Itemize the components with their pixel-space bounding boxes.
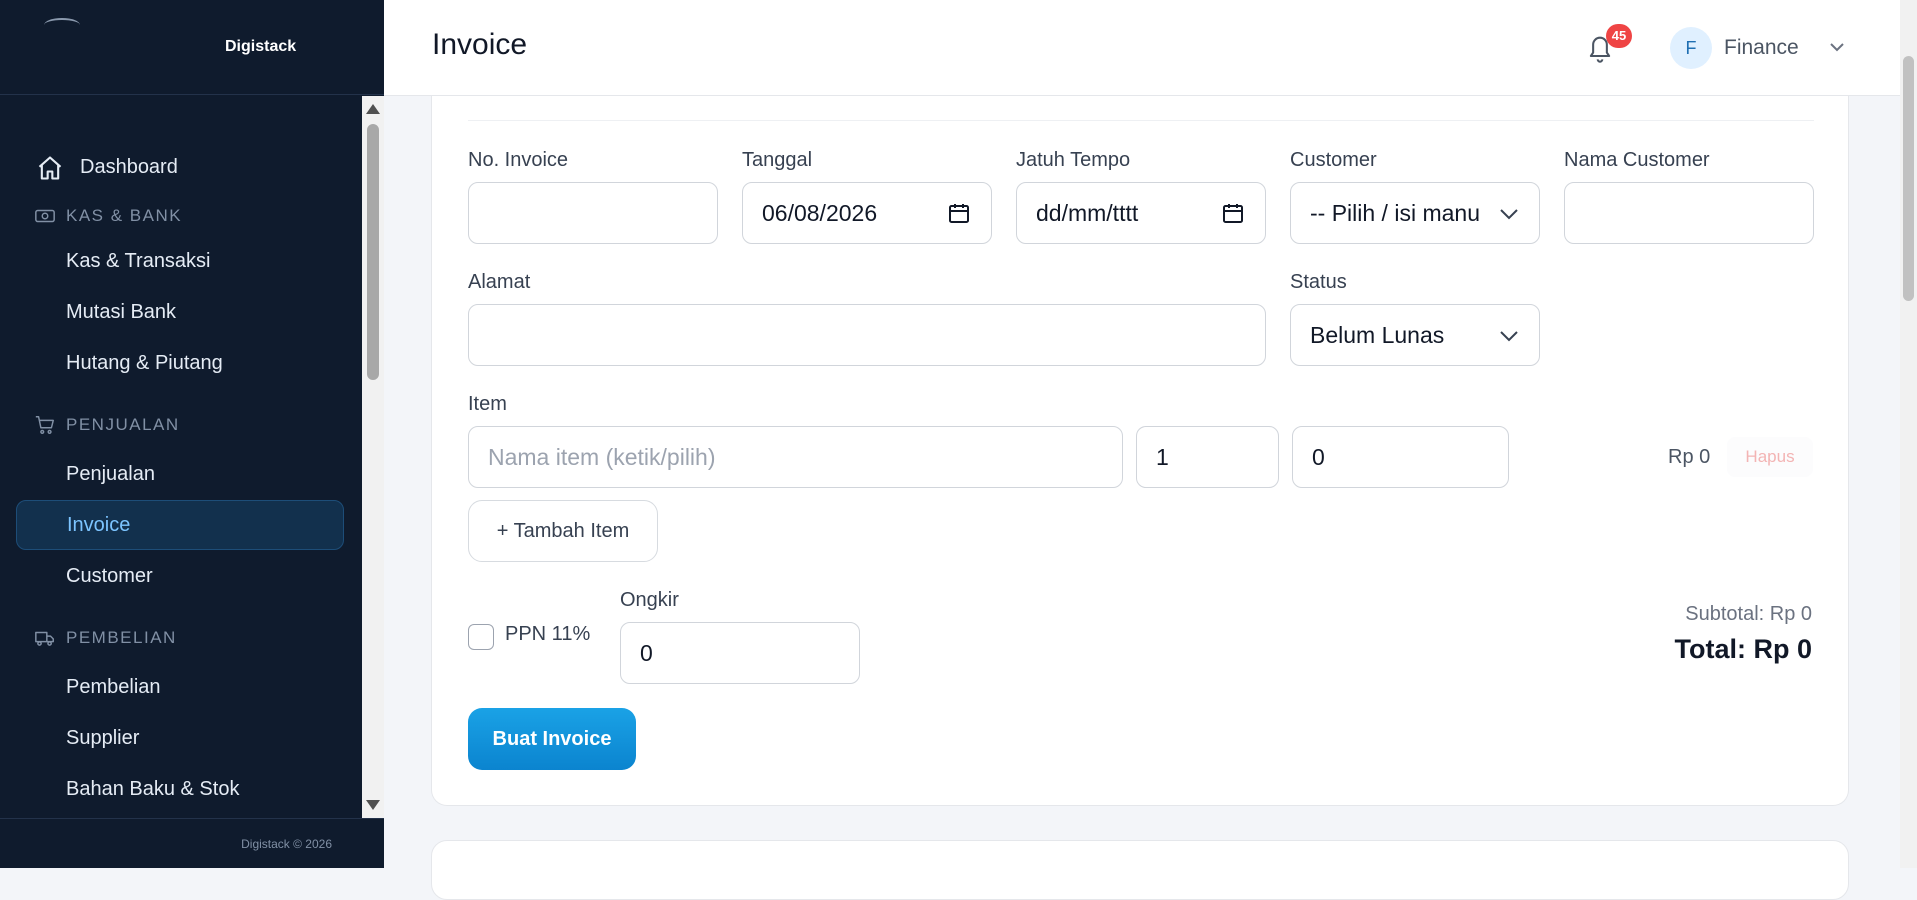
status-selected-value: Belum Lunas	[1310, 321, 1445, 348]
nama-customer-input[interactable]	[1564, 182, 1814, 244]
scroll-down-arrow-icon[interactable]	[366, 800, 380, 810]
add-item-button[interactable]: + Tambah Item	[468, 500, 658, 562]
page-title: Invoice	[432, 28, 528, 61]
sidebar-item-label: Invoice	[67, 513, 131, 536]
notification-count-badge: 45	[1606, 24, 1632, 48]
ongkir-input[interactable]: 0	[620, 622, 860, 684]
sidebar-item-dashboard[interactable]: Dashboard	[16, 142, 344, 192]
create-invoice-button[interactable]: Buat Invoice	[468, 708, 636, 770]
item-label: Item	[468, 393, 507, 415]
sidebar-footer: Digistack © 2026	[0, 818, 384, 868]
sidebar-item-bahan-baku-stok[interactable]: Bahan Baku & Stok	[16, 764, 344, 814]
sidebar-item-label: Kas & Transaksi	[66, 249, 211, 272]
avatar[interactable]: F	[1670, 27, 1712, 69]
sidebar-item-label: Bahan Baku & Stok	[66, 777, 240, 800]
brand-logo-icon	[44, 18, 80, 32]
top-header: Invoice 45 F Finance	[384, 0, 1900, 96]
cash-icon	[35, 209, 55, 223]
sidebar-item-label: Dashboard	[80, 155, 178, 178]
customer-select[interactable]: -- Pilih / isi manu	[1290, 182, 1540, 244]
sidebar-item-penjualan[interactable]: Penjualan	[16, 449, 344, 499]
sidebar-item-mutasi-bank[interactable]: Mutasi Bank	[16, 287, 344, 337]
sidebar-item-label: Hutang & Piutang	[66, 351, 223, 374]
ongkir-label: Ongkir	[620, 589, 679, 611]
brand: Digistack	[0, 0, 384, 95]
main-scrollbar[interactable]	[1900, 0, 1917, 868]
customer-selected-value: -- Pilih / isi manu	[1310, 199, 1480, 226]
item-price-input[interactable]: 0	[1292, 426, 1509, 488]
section-title: KAS & BANK	[66, 206, 183, 225]
secondary-card	[431, 840, 1849, 900]
main-scroll-thumb[interactable]	[1903, 56, 1914, 301]
alamat-label: Alamat	[468, 271, 531, 293]
total-text: Total: Rp 0	[1674, 634, 1813, 664]
status-label: Status	[1290, 271, 1347, 293]
subtotal-text: Subtotal: Rp 0	[1685, 603, 1812, 625]
item-line-total: Rp 0	[1668, 446, 1711, 468]
no-invoice-input[interactable]	[468, 182, 718, 244]
chevron-down-icon	[1500, 331, 1518, 342]
user-name[interactable]: Finance	[1724, 36, 1799, 60]
tanggal-label: Tanggal	[742, 149, 813, 171]
chevron-down-icon[interactable]	[1828, 40, 1846, 54]
sidebar-scroll-thumb[interactable]	[367, 124, 379, 380]
cart-icon	[35, 416, 54, 434]
jatuh-tempo-value: dd/mm/tttt	[1036, 199, 1139, 226]
item-qty-input[interactable]: 1	[1136, 426, 1279, 488]
jatuh-tempo-date-input[interactable]: dd/mm/tttt	[1016, 182, 1266, 244]
section-title: PEMBELIAN	[66, 628, 177, 647]
sidebar-item-kas-transaksi[interactable]: Kas & Transaksi	[16, 236, 344, 286]
sidebar-item-invoice[interactable]: Invoice	[16, 500, 344, 550]
calendar-icon[interactable]	[947, 201, 971, 225]
no-invoice-label: No. Invoice	[468, 149, 569, 171]
sidebar-item-label: Pembelian	[66, 675, 161, 698]
sidebar-item-hutang-piutang[interactable]: Hutang & Piutang	[16, 338, 344, 388]
jatuh-tempo-label: Jatuh Tempo	[1016, 149, 1131, 171]
brand-name: Digistack	[225, 38, 297, 55]
ppn-label: PPN 11%	[505, 623, 591, 645]
chevron-down-icon	[1500, 209, 1518, 220]
sidebar-scrollbar[interactable]	[362, 96, 384, 818]
section-title: PENJUALAN	[66, 415, 180, 434]
tanggal-date-input[interactable]: 06/08/2026	[742, 182, 992, 244]
scroll-up-arrow-icon[interactable]	[366, 104, 380, 114]
invoice-form-card: No. Invoice Tanggal 06/08/2026 Jatuh Tem…	[431, 96, 1849, 806]
delete-item-button[interactable]: Hapus	[1727, 437, 1813, 477]
nama-customer-label: Nama Customer	[1564, 149, 1710, 171]
sidebar-item-label: Supplier	[66, 726, 140, 749]
section-pembelian: PEMBELIAN	[34, 626, 177, 650]
sidebar: Digistack Dashboard KAS & BANK Kas & Tra…	[0, 0, 384, 868]
card-divider	[468, 120, 1814, 121]
sidebar-item-label: Customer	[66, 564, 153, 587]
tanggal-value: 06/08/2026	[762, 199, 878, 226]
status-select[interactable]: Belum Lunas	[1290, 304, 1540, 366]
item-name-input[interactable]: Nama item (ketik/pilih)	[468, 426, 1123, 488]
calendar-icon[interactable]	[1221, 201, 1245, 225]
sidebar-item-label: Penjualan	[66, 462, 155, 485]
section-penjualan: PENJUALAN	[34, 413, 180, 437]
sidebar-nav: Dashboard KAS & BANK Kas & Transaksi Mut…	[0, 96, 362, 818]
sidebar-item-label: Mutasi Bank	[66, 300, 177, 323]
sidebar-item-pembelian[interactable]: Pembelian	[16, 662, 344, 712]
home-icon	[38, 156, 62, 180]
sidebar-item-customer[interactable]: Customer	[16, 551, 344, 601]
sidebar-item-supplier[interactable]: Supplier	[16, 713, 344, 763]
customer-label: Customer	[1290, 149, 1377, 171]
alamat-input[interactable]	[468, 304, 1266, 366]
truck-icon	[35, 631, 54, 646]
ppn-checkbox[interactable]	[468, 624, 494, 650]
section-kas-bank: KAS & BANK	[34, 204, 182, 228]
